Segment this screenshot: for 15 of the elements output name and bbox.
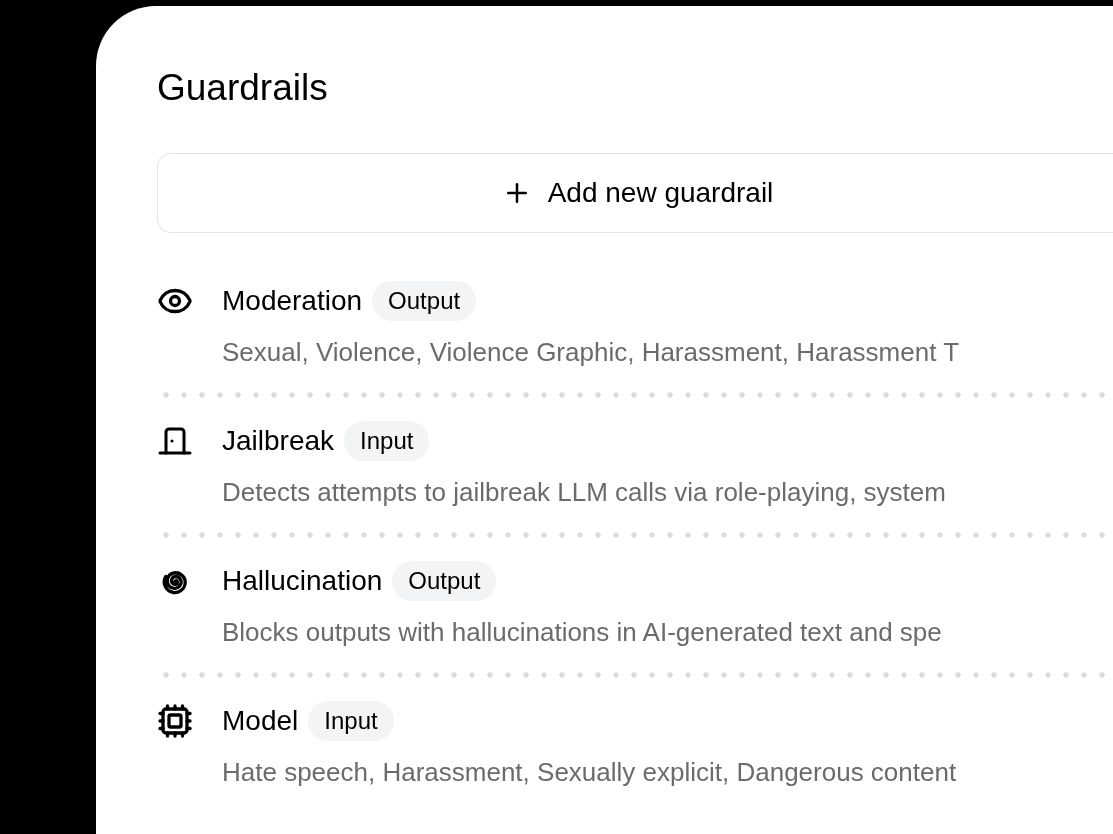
guardrail-description: Sexual, Violence, Violence Graphic, Harassment, Harassment T [222, 336, 960, 369]
guardrail-tag: Output [372, 281, 477, 321]
guardrail-tag: Input [308, 701, 394, 741]
guardrail-name: Jailbreak [222, 424, 335, 458]
guardrail-tag: Input [344, 421, 430, 461]
guardrail-name: Moderation [222, 284, 363, 318]
guardrail-name: Hallucination [222, 564, 383, 598]
chip-icon [157, 703, 193, 739]
guardrail-tag: Output [392, 561, 497, 601]
add-guardrail-button[interactable]: Add new guardrail [157, 153, 1113, 233]
guardrail-name: Model [222, 704, 299, 738]
guardrail-description: Blocks outputs with hallucinations in AI-generated text and spe [222, 616, 942, 649]
guardrail-description: Detects attempts to jailbreak LLM calls via role-playing, system [222, 476, 946, 509]
guardrail-description: Hate speech, Harassment, Sexually explicit, Dangerous content [222, 756, 957, 789]
page-title: Guardrails [157, 68, 328, 108]
